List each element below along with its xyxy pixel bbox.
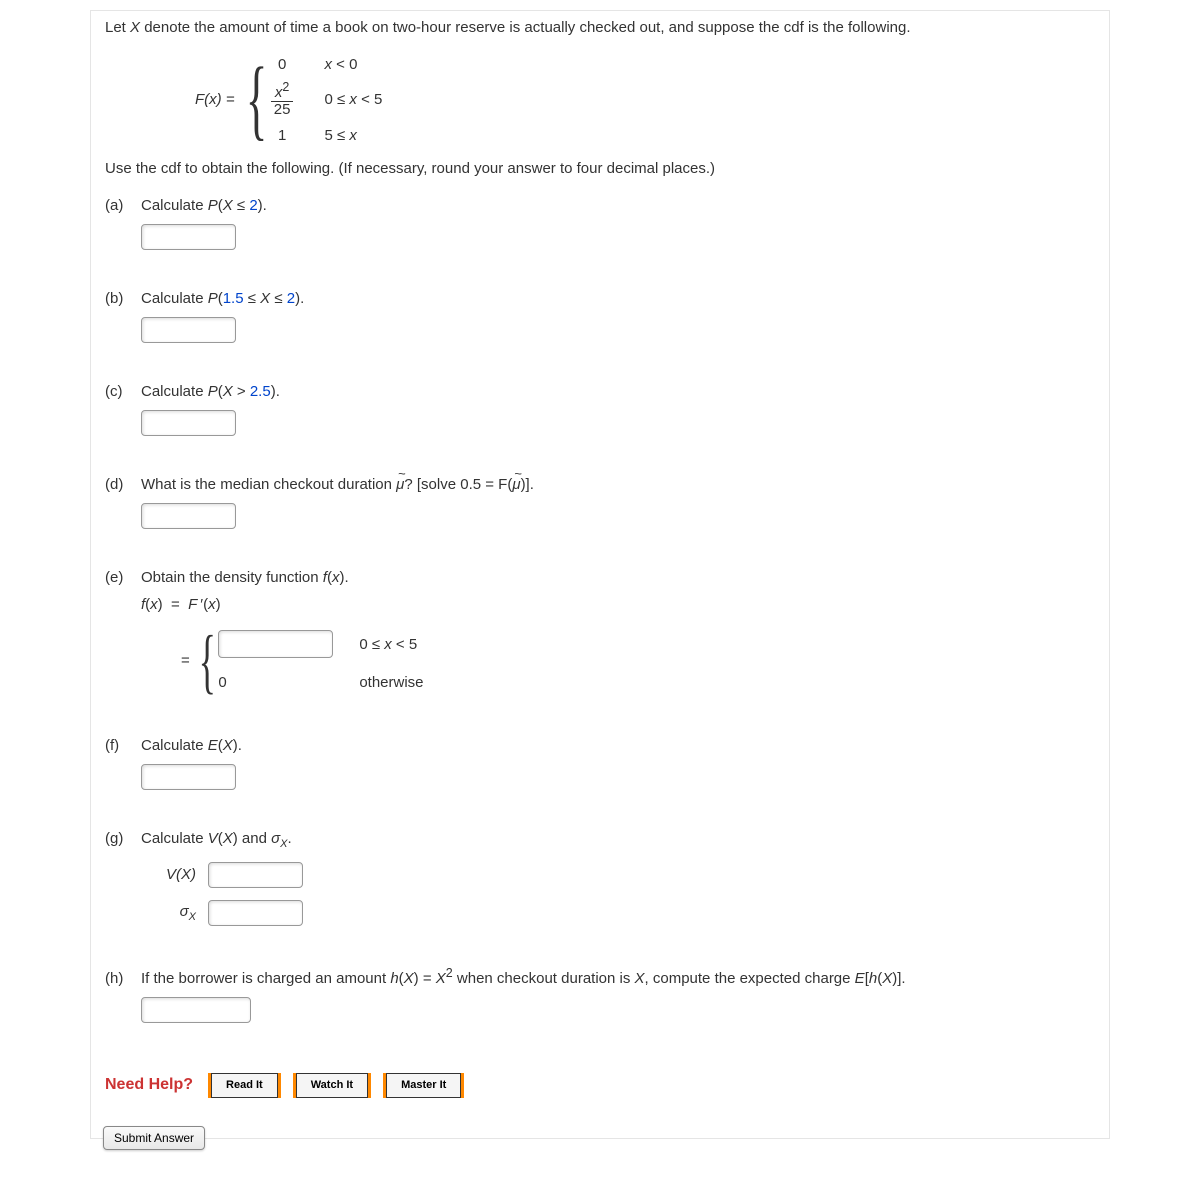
part-c: (c) Calculate P(X > 2.5). [105,383,1095,436]
part-g-sigmax-input[interactable] [208,900,303,926]
part-g-label: (g) [105,830,141,847]
part-a-input[interactable] [141,224,236,250]
cdf-case-0-value: 0 [270,56,295,73]
brace-icon: { [245,55,267,145]
cdf-lhs: F(x) = [195,91,235,108]
part-a-prompt: Calculate P(X ≤ 2). [141,197,1095,214]
cdf-definition: F(x) = { 0 x < 0 x225 0 ≤ x < 5 1 5 ≤ x [195,55,1095,145]
cdf-case-1-cond: 0 ≤ x < 5 [324,91,382,108]
part-h-input[interactable] [141,997,251,1023]
submit-answer-button[interactable]: Submit Answer [103,1126,205,1150]
part-h-prompt: If the borrower is charged an amount h(X… [141,966,1095,987]
part-c-label: (c) [105,383,141,400]
part-b: (b) Calculate P(1.5 ≤ X ≤ 2). [105,290,1095,343]
part-c-prompt: Calculate P(X > 2.5). [141,383,1095,400]
cdf-case-1-value: x225 [270,81,295,119]
cdf-case-2-cond: 5 ≤ x [324,127,382,144]
part-d-label: (d) [105,476,141,493]
intro-text: Let X denote the amount of time a book o… [105,17,1095,40]
part-f: (f) Calculate E(X). [105,737,1095,790]
need-help-row: Need Help? Read It Watch It Master It [105,1073,1095,1098]
part-b-label: (b) [105,290,141,307]
master-it-button[interactable]: Master It [386,1073,461,1098]
part-f-label: (f) [105,737,141,754]
density-case-1-cond: otherwise [359,674,423,691]
part-g-prompt: Calculate V(X) and σX. [141,830,1095,850]
part-h: (h) If the borrower is charged an amount… [105,966,1095,1023]
part-g: (g) Calculate V(X) and σX. V(X) σX [105,830,1095,926]
sigmax-label: σX [141,903,196,923]
density-case-1-val: 0 [218,674,333,691]
cdf-case-2-value: 1 [270,127,295,144]
density-case-0-cond: 0 ≤ x < 5 [359,636,423,653]
part-b-prompt: Calculate P(1.5 ≤ X ≤ 2). [141,290,1095,307]
cdf-case-0-cond: x < 0 [324,56,382,73]
part-h-label: (h) [105,970,141,987]
part-a-label: (a) [105,197,141,214]
vx-label: V(X) [141,866,196,883]
part-f-input[interactable] [141,764,236,790]
part-d-prompt: What is the median checkout duration μ? … [141,476,1095,493]
part-b-input[interactable] [141,317,236,343]
part-a: (a) Calculate P(X ≤ 2). [105,197,1095,250]
part-e-input[interactable] [218,630,333,658]
part-d: (d) What is the median checkout duration… [105,476,1095,529]
read-it-button[interactable]: Read It [211,1073,278,1098]
question-box: Let X denote the amount of time a book o… [90,10,1110,1139]
density-brace-icon: { [198,625,215,697]
part-e-eq: f(x) = F ′(x) [141,596,1095,613]
part-f-prompt: Calculate E(X). [141,737,1095,754]
part-c-input[interactable] [141,410,236,436]
part-g-vx-input[interactable] [208,862,303,888]
part-e: (e) Obtain the density function f(x). f(… [105,569,1095,697]
eq-sign: = [181,652,190,669]
need-help-label: Need Help? [105,1076,193,1094]
part-e-label: (e) [105,569,141,586]
watch-it-button[interactable]: Watch It [296,1073,368,1098]
instruction-text: Use the cdf to obtain the following. (If… [105,160,1095,177]
part-d-input[interactable] [141,503,236,529]
part-e-prompt: Obtain the density function f(x). [141,569,1095,586]
